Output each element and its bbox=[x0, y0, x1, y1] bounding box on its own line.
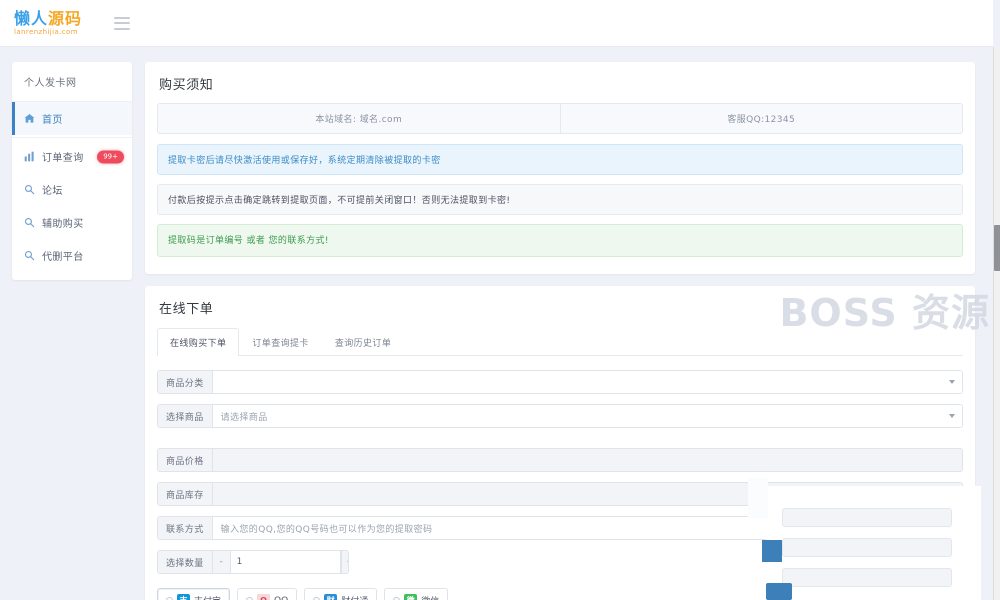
notice-alert-gray: 付款后按提示点击确定跳转到提取页面，不可提前关闭窗口！否则无法提取到卡密! bbox=[157, 184, 963, 215]
chevron-down-icon bbox=[949, 380, 955, 384]
logo-text-en: lanrenzhijia.com bbox=[14, 27, 78, 36]
qq-icon: Q bbox=[257, 594, 271, 600]
payment-label: 财付通 bbox=[341, 594, 368, 600]
quantity-stepper[interactable]: 选择数量 - 1 + bbox=[157, 550, 349, 574]
search-icon bbox=[24, 250, 35, 261]
product-category-select[interactable] bbox=[212, 371, 962, 393]
sidebar-item-label: 辅助购买 bbox=[42, 219, 84, 230]
payment-label: 微信 bbox=[421, 594, 439, 600]
status-badge: 99+ bbox=[97, 150, 124, 163]
sidebar-item-label: 代删平台 bbox=[42, 252, 84, 263]
field-product-price: 商品价格 bbox=[157, 448, 963, 472]
sidebar-item-label: 论坛 bbox=[42, 186, 63, 197]
payment-option-alipay[interactable]: 支 支付宝 bbox=[157, 588, 231, 600]
field-label: 商品库存 bbox=[158, 483, 213, 505]
sidebar-item-forum[interactable]: 论坛 bbox=[12, 173, 132, 206]
render-artifact-button bbox=[762, 540, 782, 562]
payment-option-wechat[interactable]: 微 微信 bbox=[384, 588, 449, 600]
home-icon bbox=[24, 113, 35, 124]
chevron-down-icon bbox=[949, 414, 955, 418]
page-scrollbar[interactable] bbox=[993, 47, 1000, 600]
search-icon bbox=[24, 184, 35, 195]
render-artifact-field bbox=[782, 568, 952, 587]
sidebar-item-assist-purchase[interactable]: 辅助购买 bbox=[12, 206, 132, 239]
quantity-minus-button[interactable]: - bbox=[212, 551, 231, 573]
sidebar-item-label: 订单查询 bbox=[42, 153, 84, 164]
field-label: 商品分类 bbox=[158, 371, 213, 393]
stepper-controls: - 1 + bbox=[212, 551, 348, 573]
sidebar-title: 个人发卡网 bbox=[12, 62, 132, 102]
payment-label: QQ bbox=[274, 596, 288, 600]
order-section-title: 在线下单 bbox=[159, 302, 214, 317]
page-root: 懒人源码 lanrenzhijia.com 个人发卡网 首页 订单查询 99+ bbox=[0, 0, 1000, 600]
hamburger-icon[interactable] bbox=[114, 16, 130, 30]
payment-option-tenpay[interactable]: 财 财付通 bbox=[304, 588, 378, 600]
hamburger-bar bbox=[114, 16, 130, 19]
left-sidebar: 个人发卡网 首页 订单查询 99+ 论坛 辅助购买 代删平台 bbox=[12, 62, 132, 280]
quantity-plus-button[interactable]: + bbox=[340, 551, 348, 573]
field-label: 联系方式 bbox=[158, 517, 213, 539]
hamburger-bar bbox=[114, 22, 130, 24]
site-logo[interactable]: 懒人源码 lanrenzhijia.com bbox=[14, 6, 88, 40]
scrollbar-thumb[interactable] bbox=[994, 225, 1000, 271]
payment-option-qq[interactable]: Q QQ bbox=[237, 588, 298, 600]
render-artifact-field bbox=[782, 508, 952, 527]
tenpay-icon: 财 bbox=[324, 594, 338, 600]
select-product-select[interactable]: 请选择商品 bbox=[212, 405, 962, 427]
field-product-category[interactable]: 商品分类 bbox=[157, 370, 963, 394]
sidebar-item-label: 首页 bbox=[42, 115, 63, 126]
field-placeholder: 输入您的QQ,您的QQ号码也可以作为您的提取密码 bbox=[220, 524, 433, 535]
field-label: 选择商品 bbox=[158, 405, 213, 427]
wechat-icon: 微 bbox=[404, 594, 418, 600]
site-info-row: 本站域名: 域名.com 客服QQ:12345 bbox=[157, 103, 963, 134]
notice-alert-blue: 提取卡密后请尽快激活使用或保存好，系统定期清除被提取的卡密 bbox=[157, 144, 963, 175]
site-domain-cell: 本站域名: 域名.com bbox=[315, 115, 403, 125]
hamburger-bar bbox=[114, 27, 130, 30]
sidebar-divider bbox=[12, 137, 132, 138]
tab-order-query-card[interactable]: 订单查询提卡 bbox=[239, 328, 321, 356]
field-placeholder: 请选择商品 bbox=[220, 412, 268, 423]
support-qq-cell: 客服QQ:12345 bbox=[559, 104, 963, 133]
render-artifact-panel bbox=[748, 478, 768, 518]
notice-alert-green: 提取码是订单编号 或者 您的联系方式! bbox=[157, 224, 963, 257]
sidebar-item-order-query[interactable]: 订单查询 99+ bbox=[12, 140, 132, 173]
alipay-icon: 支 bbox=[177, 594, 190, 600]
tab-history-orders[interactable]: 查询历史订单 bbox=[322, 328, 404, 356]
field-label: 选择数量 bbox=[158, 551, 213, 573]
logo-text-cn: 懒人源码 bbox=[14, 10, 88, 27]
purchase-notice-card: 购买须知 本站域名: 域名.com 客服QQ:12345 提取卡密后请尽快激活使… bbox=[145, 62, 975, 274]
payment-label: 支付宝 bbox=[194, 594, 221, 600]
quantity-value[interactable]: 1 bbox=[230, 551, 341, 573]
tab-online-purchase[interactable]: 在线购买下单 bbox=[157, 328, 240, 356]
product-price-value bbox=[212, 449, 962, 471]
page-title: 购买须知 bbox=[159, 78, 214, 93]
field-select-product[interactable]: 选择商品 请选择商品 bbox=[157, 404, 963, 428]
search-icon bbox=[24, 217, 35, 228]
render-artifact-field bbox=[782, 538, 952, 557]
chart-icon bbox=[24, 151, 35, 162]
sidebar-item-home[interactable]: 首页 bbox=[12, 102, 132, 135]
order-tabs: 在线购买下单 订单查询提卡 查询历史订单 bbox=[157, 327, 963, 356]
field-label: 商品价格 bbox=[158, 449, 213, 471]
render-artifact-button bbox=[766, 583, 792, 600]
sidebar-item-agent-platform[interactable]: 代删平台 bbox=[12, 239, 132, 272]
top-header-bar: 懒人源码 lanrenzhijia.com bbox=[0, 0, 993, 47]
